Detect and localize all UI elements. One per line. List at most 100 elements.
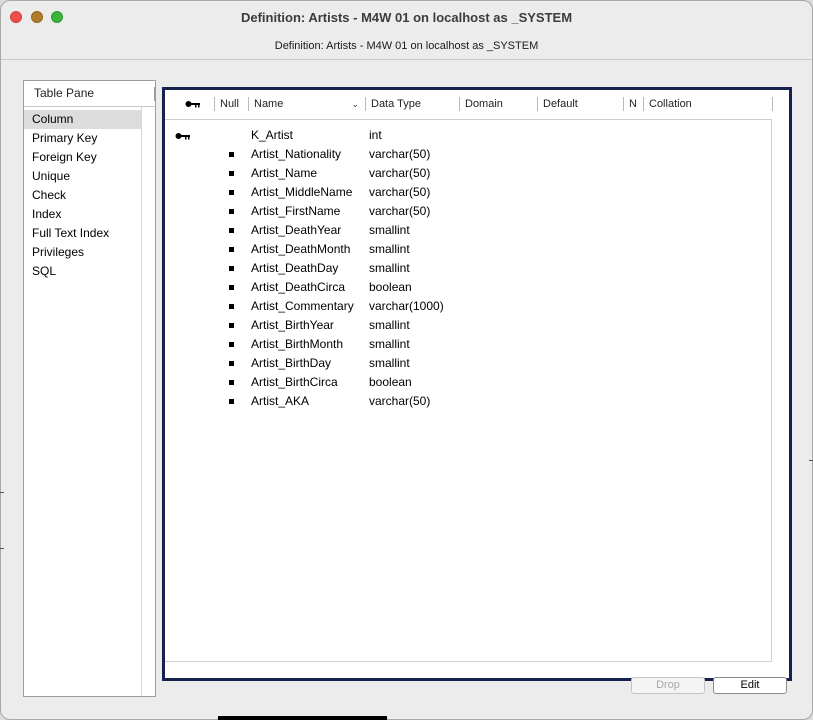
pane-nav-item-full-text-index[interactable]: Full Text Index — [24, 224, 141, 243]
pane-nav-item-foreign-key[interactable]: Foreign Key — [24, 148, 141, 167]
pane-nav-item-unique[interactable]: Unique — [24, 167, 141, 186]
column-name-cell: Artist_BirthCirca — [251, 375, 338, 389]
background-edge-mark — [0, 492, 4, 493]
horizontal-scroll-track — [165, 661, 771, 662]
null-allowed-marker — [229, 228, 234, 233]
table-row[interactable]: Artist_BirthYear smallint — [165, 316, 771, 335]
column-header-n[interactable]: N — [623, 97, 643, 111]
column-name-cell: Artist_FirstName — [251, 204, 341, 218]
column-header-default[interactable]: Default — [537, 97, 623, 111]
data-type-cell: smallint — [369, 261, 410, 275]
table-row[interactable]: Artist_Name varchar(50) — [165, 164, 771, 183]
data-type-cell: varchar(50) — [369, 204, 431, 218]
column-name-cell: Artist_DeathMonth — [251, 242, 351, 256]
definition-window: Definition: Artists - M4W 01 on localhos… — [0, 0, 813, 720]
pane-nav-item-primary-key[interactable]: Primary Key — [24, 129, 141, 148]
data-type-cell: varchar(50) — [369, 166, 431, 180]
column-header-collation[interactable]: Collation — [643, 97, 772, 111]
column-header-name-label: Name — [254, 98, 284, 110]
header-divider — [1, 59, 812, 60]
window-subtitle: Definition: Artists - M4W 01 on localhos… — [274, 40, 539, 52]
data-type-cell: smallint — [369, 337, 410, 351]
column-header-name[interactable]: Name ⌄ — [248, 97, 365, 111]
table-row[interactable]: Artist_DeathYear smallint — [165, 221, 771, 240]
table-pane-list: Table Pane Column Primary Key Foreign Key U… — [23, 80, 156, 697]
column-name-cell: Artist_BirthYear — [251, 318, 334, 332]
column-header-data-type[interactable]: Data Type — [365, 97, 459, 111]
null-allowed-marker — [229, 323, 234, 328]
table-row[interactable]: Artist_BirthMonth smallint — [165, 335, 771, 354]
null-allowed-marker — [229, 190, 234, 195]
background-window-edge — [218, 716, 387, 720]
pane-nav-list: Column Primary Key Foreign Key Unique Check I… — [24, 107, 155, 281]
table-row[interactable]: Artist_BirthCirca boolean — [165, 373, 771, 392]
null-allowed-marker — [229, 266, 234, 271]
column-name-cell: Artist_DeathYear — [251, 223, 342, 237]
data-type-cell: smallint — [369, 242, 410, 256]
column-name-cell: Artist_DeathCirca — [251, 280, 346, 294]
data-type-cell: varchar(50) — [369, 147, 431, 161]
pane-nav-item-sql[interactable]: SQL — [24, 262, 141, 281]
column-header-null[interactable]: Null — [214, 97, 248, 111]
table-row[interactable]: Artist_AKA varchar(50) — [165, 392, 771, 411]
column-name-cell: Artist_Nationality — [251, 147, 342, 161]
data-type-cell: boolean — [369, 280, 412, 294]
null-allowed-marker — [229, 380, 234, 385]
data-type-cell: smallint — [369, 223, 410, 237]
null-allowed-marker — [229, 171, 234, 176]
table-row[interactable]: Artist_MiddleName varchar(50) — [165, 183, 771, 202]
columns-table-header: Null Name ⌄ Data Type Domain Default N C… — [165, 90, 789, 119]
list-scroll-track — [141, 106, 142, 696]
null-allowed-marker — [229, 285, 234, 290]
column-name-cell: Artist_DeathDay — [251, 261, 339, 275]
null-allowed-marker — [229, 399, 234, 404]
column-header-domain[interactable]: Domain — [459, 97, 537, 111]
table-row[interactable]: Artist_Nationality varchar(50) — [165, 145, 771, 164]
columns-table: Null Name ⌄ Data Type Domain Default N C… — [162, 87, 792, 681]
data-type-cell: varchar(50) — [369, 394, 431, 408]
sort-chevron-icon: ⌄ — [351, 99, 359, 109]
table-row[interactable]: Artist_FirstName varchar(50) — [165, 202, 771, 221]
null-allowed-marker — [229, 361, 234, 366]
data-type-cell: varchar(1000) — [369, 299, 444, 313]
null-allowed-marker — [229, 304, 234, 309]
header-separator — [154, 87, 155, 101]
table-row[interactable]: Artist_DeathMonth smallint — [165, 240, 771, 259]
column-name-cell: Artist_Commentary — [251, 299, 354, 313]
column-name-cell: K_Artist — [251, 128, 294, 142]
data-type-cell: smallint — [369, 318, 410, 332]
data-type-cell: varchar(50) — [369, 185, 431, 199]
column-name-cell: Artist_BirthMonth — [251, 337, 344, 351]
title-bar[interactable]: Definition: Artists - M4W 01 on localhos… — [1, 1, 812, 35]
null-allowed-marker — [229, 247, 234, 252]
key-icon — [185, 101, 200, 108]
column-name-cell: Artist_MiddleName — [251, 185, 353, 199]
window-title: Definition: Artists - M4W 01 on localhos… — [240, 10, 573, 25]
edit-button[interactable]: Edit — [713, 677, 787, 694]
table-row[interactable]: Artist_BirthDay smallint — [165, 354, 771, 373]
table-row[interactable]: K_Artist int — [165, 126, 771, 145]
data-type-cell: int — [369, 128, 382, 142]
table-pane-header[interactable]: Table Pane — [24, 81, 155, 107]
data-type-cell: boolean — [369, 375, 412, 389]
null-allowed-marker — [229, 152, 234, 157]
table-row[interactable]: Artist_DeathDay smallint — [165, 259, 771, 278]
column-name-cell: Artist_BirthDay — [251, 356, 332, 370]
background-edge-mark — [0, 548, 4, 549]
column-name-cell: Artist_AKA — [251, 394, 310, 408]
pane-nav-item-column[interactable]: Column — [24, 110, 141, 129]
background-edge-mark — [809, 460, 813, 461]
null-allowed-marker — [229, 342, 234, 347]
table-row[interactable]: Artist_DeathCirca boolean — [165, 278, 771, 297]
pane-nav-item-index[interactable]: Index — [24, 205, 141, 224]
table-row[interactable]: Artist_Commentary varchar(1000) — [165, 297, 771, 316]
header-end-separator — [772, 97, 773, 111]
column-header-key[interactable] — [175, 97, 215, 111]
pane-nav-item-privileges[interactable]: Privileges — [24, 243, 141, 262]
column-name-cell: Artist_Name — [251, 166, 318, 180]
columns-table-body: K_Artist int Artist_Nationality varchar(50)… — [165, 119, 772, 662]
pane-nav-item-check[interactable]: Check — [24, 186, 141, 205]
null-allowed-marker — [229, 209, 234, 214]
drop-button[interactable]: Drop — [631, 677, 705, 694]
primary-key-icon — [175, 133, 190, 140]
